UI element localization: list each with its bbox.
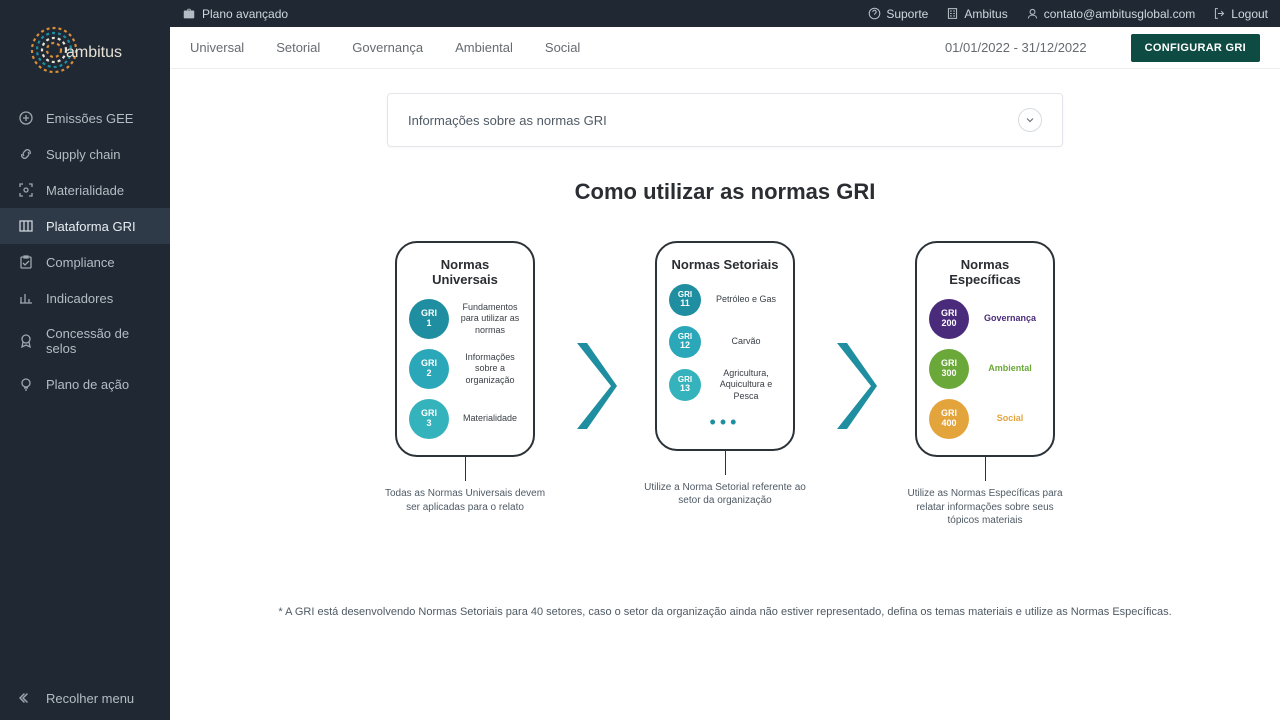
gri-13: GRI13 Agricultura, Aquicultura e Pesca xyxy=(669,368,781,402)
logout-icon xyxy=(1213,7,1226,20)
tab-universal[interactable]: Universal xyxy=(190,40,244,55)
gri-2: GRI2 Informações sobre a organização xyxy=(409,349,521,389)
card-sectorial: Normas Setoriais GRI11 Petróleo e Gas GR… xyxy=(655,241,795,451)
badge-icon xyxy=(18,333,34,349)
card-title: Normas Específicas xyxy=(929,257,1041,287)
nav-plataforma-gri[interactable]: Plataforma GRI xyxy=(0,208,170,244)
topbar-light: Universal Setorial Governança Ambiental … xyxy=(170,27,1280,69)
nav-supplychain[interactable]: Supply chain xyxy=(0,136,170,172)
gri-badge: GRI300 xyxy=(929,349,969,389)
svg-text:ambitus: ambitus xyxy=(66,44,122,61)
gri-400: GRI400 Social xyxy=(929,399,1041,439)
emissions-icon xyxy=(18,110,34,126)
user-icon xyxy=(1026,7,1039,20)
sidebar-nav: Emissões GEE Supply chain Materialidade … xyxy=(0,100,170,676)
focus-icon xyxy=(18,182,34,198)
arrow-icon xyxy=(565,241,625,431)
gri-badge: GRI400 xyxy=(929,399,969,439)
help-icon xyxy=(868,7,881,20)
nav-label: Materialidade xyxy=(46,183,124,198)
tab-ambiental[interactable]: Ambiental xyxy=(455,40,513,55)
gri-300: GRI300 Ambiental xyxy=(929,349,1041,389)
collapse-menu[interactable]: Recolher menu xyxy=(0,676,170,720)
gri-200: GRI200 Governança xyxy=(929,299,1041,339)
date-range: 01/01/2022 - 31/12/2022 xyxy=(945,40,1087,55)
clipboard-icon xyxy=(18,254,34,270)
collapse-icon xyxy=(18,690,34,706)
gri-badge: GRI3 xyxy=(409,399,449,439)
link-icon xyxy=(18,146,34,162)
logo: ambitus xyxy=(0,0,170,100)
nav-indicadores[interactable]: Indicadores xyxy=(0,280,170,316)
gri-3: GRI3 Materialidade xyxy=(409,399,521,439)
plan-label: Plano avançado xyxy=(202,7,288,21)
tab-governanca[interactable]: Governança xyxy=(352,40,423,55)
chart-icon xyxy=(18,290,34,306)
nav-emissoes[interactable]: Emissões GEE xyxy=(0,100,170,136)
card-universal-wrap: Normas Universais GRI1 Fundamentos para … xyxy=(365,241,565,514)
config-gri-button[interactable]: CONFIGURAR GRI xyxy=(1131,34,1260,62)
bulb-icon xyxy=(18,376,34,392)
nav-label: Concessão de selos xyxy=(46,326,152,356)
arrow-icon xyxy=(825,241,885,431)
collapse-label: Recolher menu xyxy=(46,691,134,706)
columns-icon xyxy=(18,218,34,234)
email-link[interactable]: contato@ambitusglobal.com xyxy=(1026,7,1196,21)
more-icon: ••• xyxy=(669,412,781,433)
chevron-down-icon xyxy=(1018,108,1042,132)
nav-label: Plano de ação xyxy=(46,377,129,392)
gri-badge: GRI200 xyxy=(929,299,969,339)
building-icon xyxy=(946,7,959,20)
support-link[interactable]: Suporte xyxy=(868,7,928,21)
caption-universal: Todas as Normas Universais devem ser apl… xyxy=(380,487,550,514)
gri-1: GRI1 Fundamentos para utilizar as normas xyxy=(409,299,521,339)
gri-badge: GRI11 xyxy=(669,284,701,316)
gri-11: GRI11 Petróleo e Gas xyxy=(669,284,781,316)
logout-link[interactable]: Logout xyxy=(1213,7,1268,21)
card-specific-wrap: Normas Específicas GRI200 Governança GRI… xyxy=(885,241,1085,528)
tab-social[interactable]: Social xyxy=(545,40,580,55)
nav-label: Indicadores xyxy=(46,291,113,306)
card-sectorial-wrap: Normas Setoriais GRI11 Petróleo e Gas GR… xyxy=(625,241,825,508)
nav-plano-acao[interactable]: Plano de ação xyxy=(0,366,170,402)
nav-selos[interactable]: Concessão de selos xyxy=(0,316,170,366)
nav-label: Emissões GEE xyxy=(46,111,133,126)
nav-materialidade[interactable]: Materialidade xyxy=(0,172,170,208)
gri-badge: GRI13 xyxy=(669,369,701,401)
footnote: * A GRI está desenvolvendo Normas Setori… xyxy=(170,606,1280,618)
tab-setorial[interactable]: Setorial xyxy=(276,40,320,55)
gri-12: GRI12 Carvão xyxy=(669,326,781,358)
nav-label: Plataforma GRI xyxy=(46,219,136,234)
gri-badge: GRI12 xyxy=(669,326,701,358)
topbar-dark: Plano avançado Suporte Ambitus contato@a… xyxy=(170,0,1280,27)
nav-label: Compliance xyxy=(46,255,115,270)
caption-specific: Utilize as Normas Específicas para relat… xyxy=(900,487,1070,528)
card-title: Normas Setoriais xyxy=(669,257,781,272)
caption-sectorial: Utilize a Norma Setorial referente ao se… xyxy=(640,481,810,508)
org-link[interactable]: Ambitus xyxy=(946,7,1007,21)
card-universal: Normas Universais GRI1 Fundamentos para … xyxy=(395,241,535,457)
card-title: Normas Universais xyxy=(409,257,521,287)
gri-badge: GRI2 xyxy=(409,349,449,389)
content: Informações sobre as normas GRI Como uti… xyxy=(170,69,1280,720)
briefcase-icon xyxy=(182,7,196,21)
section-title: Como utilizar as normas GRI xyxy=(170,179,1280,205)
accordion-title: Informações sobre as normas GRI xyxy=(408,113,607,128)
gri-badge: GRI1 xyxy=(409,299,449,339)
info-accordion[interactable]: Informações sobre as normas GRI xyxy=(387,93,1063,147)
nav-label: Supply chain xyxy=(46,147,120,162)
card-specific: Normas Específicas GRI200 Governança GRI… xyxy=(915,241,1055,457)
gri-diagram: Normas Universais GRI1 Fundamentos para … xyxy=(170,241,1280,528)
nav-compliance[interactable]: Compliance xyxy=(0,244,170,280)
sidebar: ambitus Emissões GEE Supply chain Materi… xyxy=(0,0,170,720)
